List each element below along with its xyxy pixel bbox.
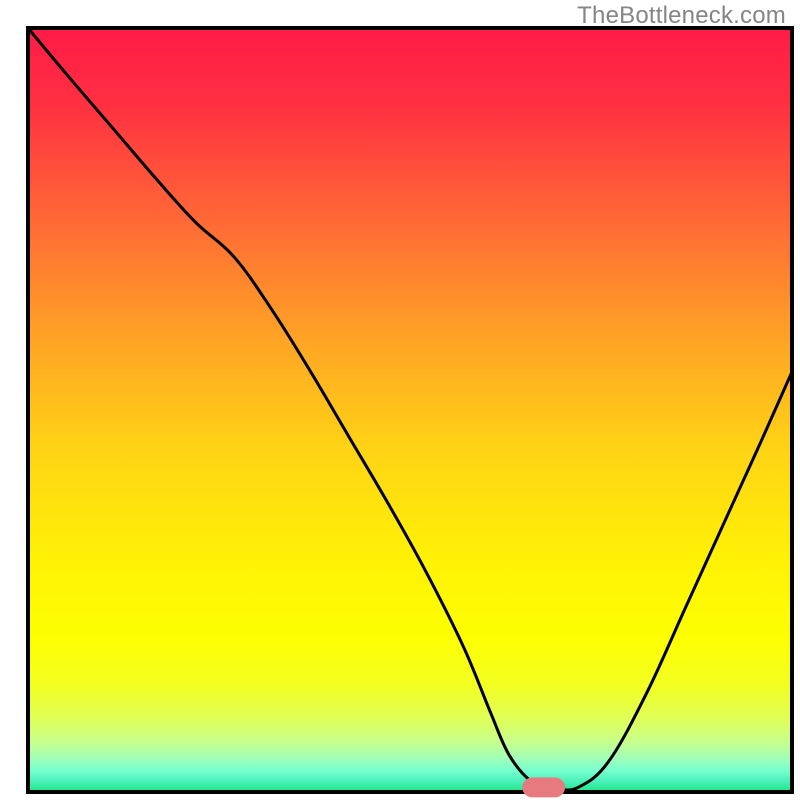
optimal-marker bbox=[522, 777, 565, 797]
watermark-text: TheBottleneck.com bbox=[577, 2, 786, 30]
chart-container: { "watermark": "TheBottleneck.com", "cha… bbox=[0, 0, 800, 800]
gradient-background bbox=[28, 28, 792, 792]
bottleneck-chart bbox=[0, 0, 800, 800]
